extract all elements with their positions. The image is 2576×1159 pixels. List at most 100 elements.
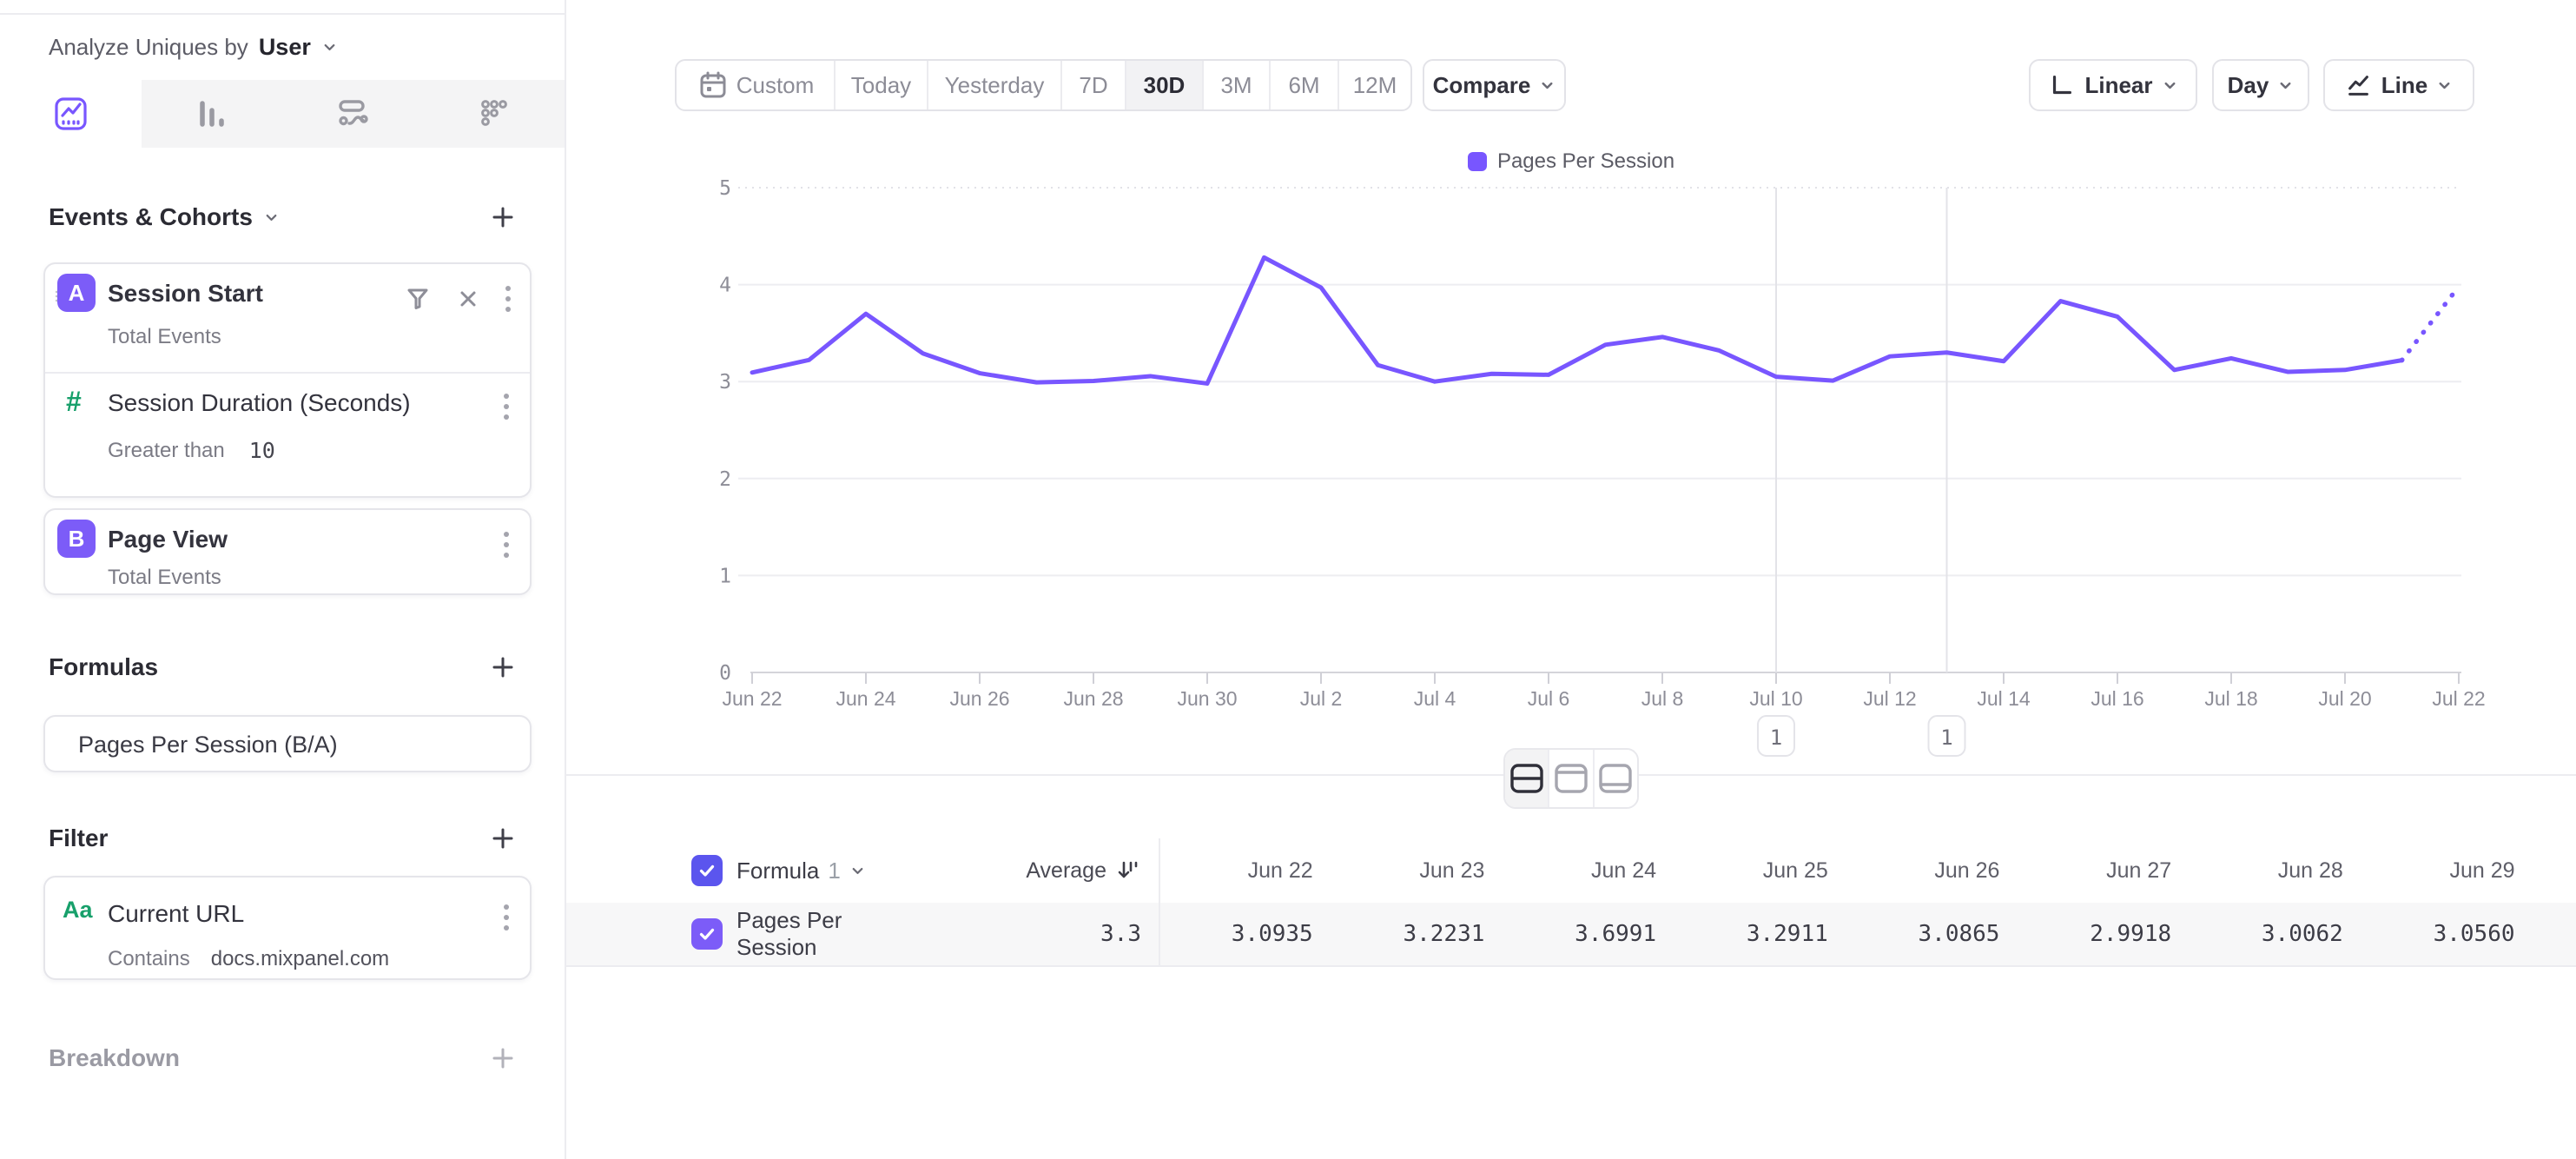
- cell-value: 3.0560: [2361, 903, 2533, 965]
- scale-selector-button[interactable]: Linear: [2029, 59, 2197, 111]
- event-title[interactable]: Session Start: [108, 280, 263, 308]
- chart-only-view-icon: [1552, 761, 1590, 796]
- formula-card[interactable]: Pages Per Session (B/A): [43, 715, 532, 772]
- svg-text:Jun 28: Jun 28: [1063, 687, 1123, 710]
- filter-operator[interactable]: Contains: [108, 947, 190, 971]
- formula-group-label: Formula: [736, 858, 819, 884]
- range-12m[interactable]: 12M: [1339, 61, 1410, 109]
- svg-text:Jul 20: Jul 20: [2318, 687, 2371, 710]
- add-filter-button[interactable]: [488, 824, 518, 853]
- tab-retention[interactable]: [424, 80, 565, 148]
- svg-text:5: 5: [719, 177, 731, 200]
- range-7d[interactable]: 7D: [1062, 61, 1126, 109]
- event-card-session-start[interactable]: A Session Start Total Events # Session D…: [43, 262, 532, 498]
- filter-property-title[interactable]: Current URL: [108, 900, 244, 928]
- range-30d[interactable]: 30D: [1126, 61, 1204, 109]
- chevron-down-icon[interactable]: [263, 209, 280, 226]
- row-checkbox[interactable]: [691, 918, 723, 950]
- event-options-button[interactable]: [504, 283, 512, 315]
- svg-text:2: 2: [719, 468, 731, 491]
- property-options-button[interactable]: [502, 391, 511, 425]
- interval-selector-button[interactable]: Day: [2212, 59, 2309, 111]
- property-operator[interactable]: Greater than: [108, 439, 225, 463]
- event-metric[interactable]: Total Events: [108, 325, 221, 349]
- analyze-entity-selector[interactable]: User: [259, 34, 311, 61]
- formulas-section-header: Formulas: [49, 650, 518, 685]
- breakdown-section-header: Breakdown: [49, 1041, 518, 1076]
- layout-table-only-button[interactable]: [1595, 750, 1637, 807]
- chevron-down-icon: [1539, 77, 1556, 94]
- date-column-header[interactable]: Jun 27: [2017, 838, 2189, 903]
- date-column-header[interactable]: Jun 22: [1159, 838, 1331, 903]
- date-column-header[interactable]: Jun 29: [2361, 838, 2533, 903]
- table-row-pages-per-session[interactable]: Pages Per Session 3.3 3.09353.22313.6991…: [566, 903, 2576, 967]
- property-value[interactable]: 10: [249, 438, 275, 463]
- add-breakdown-button[interactable]: [488, 1043, 518, 1073]
- layout-chart-only-button[interactable]: [1549, 750, 1594, 807]
- svg-text:1: 1: [719, 565, 731, 587]
- event-card-page-view[interactable]: B Page View Total Events: [43, 508, 532, 595]
- date-column-header[interactable]: Jun 26: [1846, 838, 2018, 903]
- layout-split-button[interactable]: [1505, 750, 1549, 807]
- range-3m[interactable]: 3M: [1204, 61, 1271, 109]
- report-main-area: CustomTodayYesterday7D30D3M6M12M Compare…: [566, 0, 2576, 1159]
- chart-type-label: Line: [2381, 72, 2427, 99]
- sort-descending-icon[interactable]: [1115, 858, 1141, 884]
- svg-text:Jun 22: Jun 22: [722, 687, 782, 710]
- range-today[interactable]: Today: [836, 61, 928, 109]
- check-icon: [697, 860, 717, 881]
- range-custom[interactable]: Custom: [677, 61, 836, 109]
- select-all-checkbox[interactable]: [691, 855, 723, 886]
- date-column-header[interactable]: Jun 24: [1502, 838, 1674, 903]
- svg-text:Jun 30: Jun 30: [1177, 687, 1237, 710]
- filter-event-button[interactable]: [403, 284, 433, 314]
- formula-label[interactable]: Pages Per Session (B/A): [78, 732, 338, 758]
- kebab-menu-icon: [502, 902, 511, 933]
- tab-insights[interactable]: [0, 80, 142, 148]
- kebab-menu-icon: [504, 283, 512, 315]
- tab-flows[interactable]: [282, 80, 424, 148]
- event-metric[interactable]: Total Events: [108, 566, 221, 590]
- add-event-button[interactable]: [488, 202, 518, 232]
- breakdown-title: Breakdown: [49, 1044, 180, 1072]
- compare-button[interactable]: Compare: [1423, 59, 1566, 111]
- chevron-down-icon: [2436, 77, 2453, 94]
- range-yesterday[interactable]: Yesterday: [928, 61, 1062, 109]
- cell-value: 3.6991: [1502, 903, 1674, 965]
- date-column-header[interactable]: Jun 23: [1331, 838, 1503, 903]
- date-column-header[interactable]: Jun 25: [1674, 838, 1846, 903]
- event-title[interactable]: Page View: [108, 526, 228, 553]
- average-column-header[interactable]: Average: [1026, 858, 1106, 884]
- line-chart[interactable]: 01234511Jun 22Jun 24Jun 26Jun 28Jun 30Ju…: [686, 174, 2510, 773]
- svg-text:Jul 14: Jul 14: [1977, 687, 2031, 710]
- legend-series-label[interactable]: Pages Per Session: [1497, 149, 1674, 174]
- report-type-tabs: [0, 80, 565, 148]
- retention-dots-icon: [473, 93, 515, 135]
- filter-section-header: Filter: [49, 821, 518, 856]
- mixpanel-insights-report: Analyze Uniques by User Events & Cohorts: [0, 0, 2576, 1159]
- date-column-header[interactable]: Jun 28: [2189, 838, 2361, 903]
- add-formula-button[interactable]: [488, 652, 518, 682]
- tab-bar-chart[interactable]: [142, 80, 283, 148]
- query-builder-sidebar: Analyze Uniques by User Events & Cohorts: [0, 0, 566, 1159]
- property-title[interactable]: Session Duration (Seconds): [108, 389, 411, 417]
- chart-type-selector-button[interactable]: Line: [2323, 59, 2474, 111]
- events-cohorts-title: Events & Cohorts: [49, 203, 253, 231]
- svg-text:Jul 2: Jul 2: [1300, 687, 1343, 710]
- svg-text:Jul 18: Jul 18: [2204, 687, 2257, 710]
- svg-text:Jun 24: Jun 24: [836, 687, 895, 710]
- remove-event-button[interactable]: [455, 286, 481, 312]
- filter-value[interactable]: docs.mixpanel.com: [211, 947, 389, 971]
- filter-card-current-url[interactable]: Aa Current URL Contains docs.mixpanel.co…: [43, 876, 532, 980]
- cell-value: 2.9918: [2017, 903, 2189, 965]
- linear-axis-icon: [2048, 71, 2076, 99]
- layout-toggle: [1503, 748, 1639, 809]
- chart-legend: Pages Per Session: [566, 148, 2576, 176]
- formula-group-selector[interactable]: Formula 1: [736, 858, 866, 884]
- range-6m[interactable]: 6M: [1271, 61, 1339, 109]
- filter-options-button[interactable]: [502, 902, 511, 936]
- event-options-button[interactable]: [502, 529, 511, 563]
- legend-swatch: [1468, 152, 1487, 171]
- svg-text:Jun 26: Jun 26: [949, 687, 1009, 710]
- formulas-title: Formulas: [49, 653, 158, 681]
